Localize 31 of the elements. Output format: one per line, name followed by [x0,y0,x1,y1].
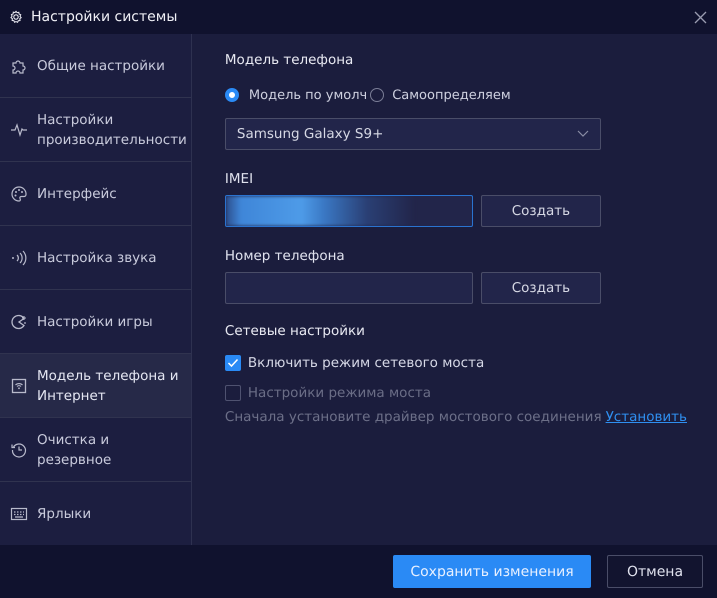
driver-note: Сначала установите драйвер мостового соединения [224,409,602,425]
cancel-button[interactable]: Отмена [607,555,703,588]
window-title: Настройки системы [31,9,178,25]
checkbox-option[interactable]: Включить режим сетевого моста [224,352,687,374]
close-button[interactable] [694,10,707,24]
sound-waves-icon [10,248,28,266]
sidebar-item[interactable]: Очистка и резервное [0,418,191,482]
field-label: IMEI [224,170,254,189]
create-button[interactable]: Создать [480,272,601,304]
sidebar-item[interactable]: Настройка звука [0,226,191,290]
radio-option[interactable]: Модель по умолч [224,88,368,102]
sidebar-item[interactable]: Модель телефона и Интернет [0,354,191,418]
settings-icon [9,10,23,24]
sidebar-item[interactable]: Интерфейс [0,162,191,226]
input-field[interactable] [224,272,473,304]
sidebar-item[interactable]: Общие настройки [0,34,191,98]
wifi-icon [10,376,28,394]
create-button[interactable]: Создать [480,195,601,227]
install-link[interactable]: Установить [606,409,687,425]
sidebar-item[interactable]: Настройки производительности [0,98,191,162]
radio-option[interactable]: Самоопределяем [370,88,511,102]
input-field[interactable] [224,195,473,227]
check-icon [226,358,239,368]
section-heading: Сетевые настройки [224,322,366,341]
field-label: Номер телефона [224,247,346,266]
chevron-down-icon [576,130,589,138]
section-heading: Модель телефона [224,51,354,70]
game-icon [10,312,28,330]
model-dropdown[interactable]: Samsung Galaxy S9+ [224,118,601,150]
palette-icon [10,184,28,202]
history-icon [10,440,28,458]
